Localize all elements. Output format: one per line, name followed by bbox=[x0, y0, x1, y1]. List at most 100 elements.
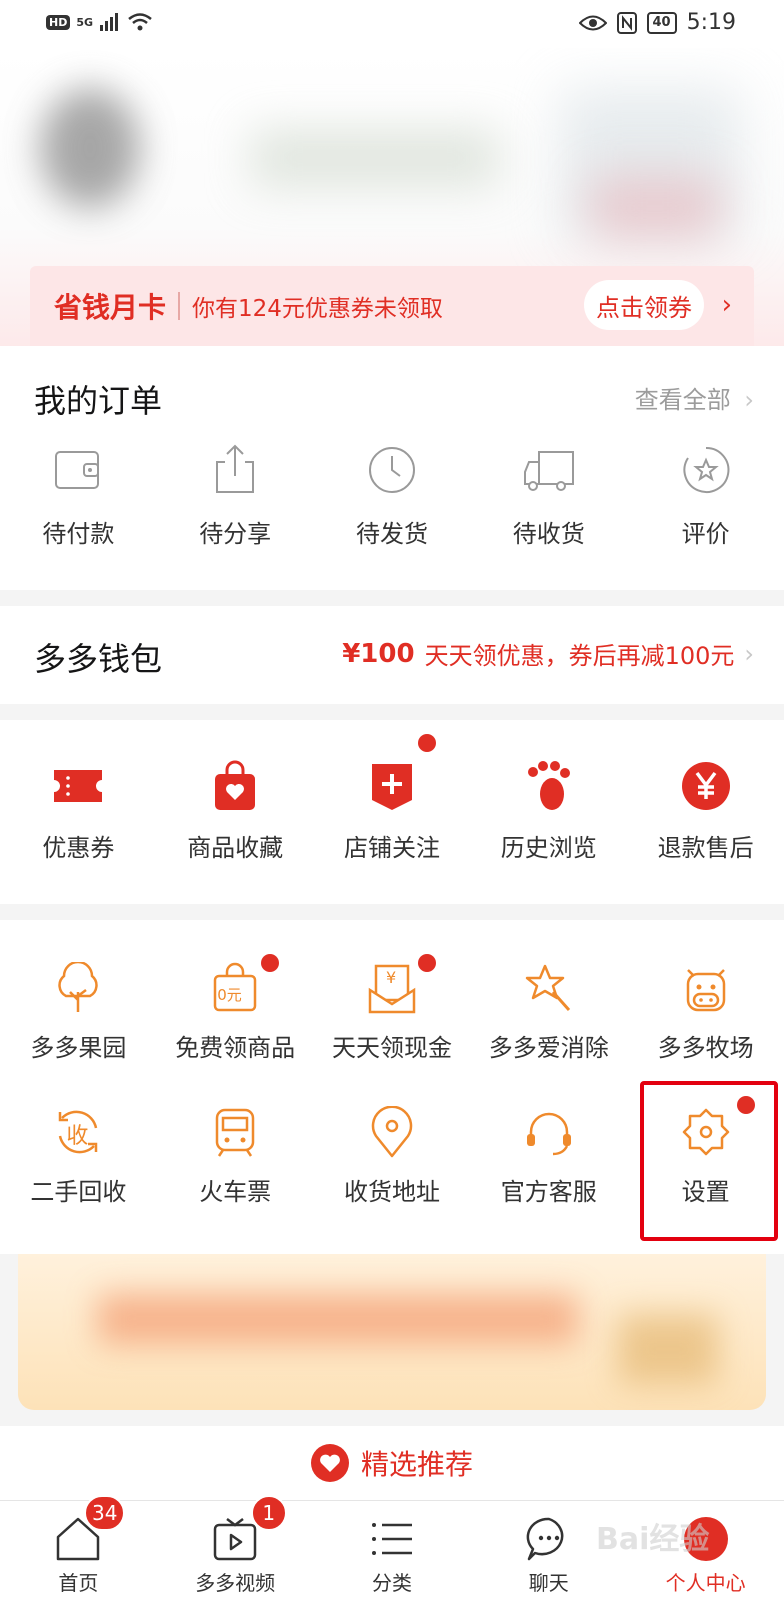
daily-cash-entry[interactable]: ¥ 天天领现金 bbox=[314, 954, 471, 1070]
avatar[interactable] bbox=[40, 88, 140, 208]
signal-icon bbox=[100, 13, 119, 31]
service-label: 历史浏览 bbox=[500, 834, 597, 862]
address-entry[interactable]: 收货地址 bbox=[314, 1104, 471, 1214]
cow-icon bbox=[678, 960, 734, 1016]
recycle-entry[interactable]: 收 二手回收 bbox=[0, 1104, 157, 1214]
monthly-card-title: 省钱月卡 bbox=[54, 291, 167, 324]
eye-icon bbox=[578, 15, 607, 30]
free-bag-icon: 0元 bbox=[207, 960, 263, 1016]
promo-banner[interactable] bbox=[0, 1254, 784, 1426]
tools-row-1: 多多果园 0元 免费领商品 ¥ 天天领现金 多多爱消除 多多牧场 bbox=[0, 954, 784, 1070]
services-grid: 优惠券 商品收藏 店铺关注 历史浏览 退款售后 bbox=[0, 734, 784, 878]
train-ticket-entry[interactable]: 火车票 bbox=[157, 1104, 314, 1214]
order-status-label: 待发货 bbox=[355, 520, 428, 548]
heart-icon bbox=[310, 1444, 349, 1482]
favorites-entry[interactable]: 商品收藏 bbox=[157, 758, 314, 878]
order-status-label: 评价 bbox=[681, 520, 730, 548]
tool-label: 天天领现金 bbox=[331, 1034, 452, 1062]
cash-symbol: ¥ bbox=[385, 968, 397, 987]
coupon-entry[interactable]: 优惠券 bbox=[0, 758, 157, 878]
shop-plus-icon bbox=[364, 758, 420, 814]
order-pending-receipt[interactable]: 待收货 bbox=[470, 442, 627, 562]
network-type: 5G bbox=[76, 15, 94, 29]
watermark: Bai经验 bbox=[596, 1522, 710, 1557]
orchard-entry[interactable]: 多多果园 bbox=[0, 960, 157, 1070]
refund-entry[interactable]: 退款售后 bbox=[627, 758, 784, 878]
clock-time: 5:19 bbox=[686, 10, 736, 35]
chevron-right-icon: › bbox=[744, 386, 754, 414]
monthly-card-text: 你有124元优惠券未领取 bbox=[192, 296, 443, 322]
order-pending-payment[interactable]: 待付款 bbox=[0, 442, 157, 562]
recommend-title: 精选推荐 bbox=[360, 1448, 473, 1481]
services-section: 优惠券 商品收藏 店铺关注 历史浏览 退款售后 bbox=[0, 720, 784, 904]
footprint-icon bbox=[521, 758, 577, 814]
profile-right-accent-blurred bbox=[590, 178, 720, 238]
home-badge: 34 bbox=[84, 1495, 126, 1531]
wallet-icon bbox=[50, 442, 106, 498]
status-bar: HD 5G 40 5:19 bbox=[0, 0, 784, 48]
star-icon bbox=[678, 442, 734, 498]
tab-home[interactable]: 34 首页 bbox=[0, 1495, 157, 1600]
banner-divider bbox=[178, 292, 181, 320]
recycle-icon: 收 bbox=[50, 1104, 106, 1160]
order-status-grid: 待付款 待分享 待发货 待收货 评价 bbox=[0, 442, 784, 562]
nfc-icon bbox=[616, 11, 637, 34]
location-icon bbox=[364, 1104, 420, 1160]
video-icon bbox=[213, 1518, 257, 1561]
ranch-entry[interactable]: 多多牧场 bbox=[627, 960, 784, 1070]
wallet-price: ¥100 bbox=[342, 638, 415, 669]
video-badge: 1 bbox=[250, 1495, 287, 1531]
wallet-section[interactable]: 多多钱包 ¥100 天天领优惠，券后再减100元 › bbox=[0, 606, 784, 704]
truck-icon bbox=[521, 442, 577, 498]
followed-shops-entry[interactable]: 店铺关注 bbox=[314, 734, 471, 878]
tool-label: 免费领商品 bbox=[175, 1034, 296, 1062]
clock-icon bbox=[364, 442, 420, 498]
hd-badge: HD bbox=[46, 14, 71, 30]
orders-section: 我的订单 查看全部 › 待付款 待分享 待发货 待收货 评价 bbox=[0, 346, 784, 590]
tool-label: 火车票 bbox=[199, 1178, 272, 1206]
coupon-icon bbox=[50, 758, 106, 814]
order-pending-share[interactable]: 待分享 bbox=[157, 442, 314, 562]
profile-info-blurred bbox=[250, 128, 500, 188]
monthly-card-banner[interactable]: 省钱月卡 你有124元优惠券未领取 点击领券 › bbox=[30, 266, 754, 346]
tool-label: 官方客服 bbox=[500, 1178, 597, 1206]
status-left: HD 5G bbox=[46, 12, 153, 32]
match-game-entry[interactable]: 多多爱消除 bbox=[470, 960, 627, 1070]
tab-category[interactable]: 分类 bbox=[314, 1501, 471, 1600]
recommend-header: 精选推荐 bbox=[0, 1426, 784, 1500]
service-label: 退款售后 bbox=[657, 834, 754, 862]
tool-label: 多多牧场 bbox=[657, 1034, 754, 1062]
customer-service-entry[interactable]: 官方客服 bbox=[470, 1104, 627, 1214]
notification-dot bbox=[417, 734, 436, 752]
promo-banner-card[interactable] bbox=[18, 1254, 766, 1410]
tree-icon bbox=[50, 960, 106, 1016]
battery-level: 40 bbox=[646, 11, 677, 34]
claim-coupon-button[interactable]: 点击领券 bbox=[584, 280, 704, 330]
chevron-right-icon: › bbox=[744, 639, 754, 668]
order-pending-shipment[interactable]: 待发货 bbox=[314, 442, 471, 562]
order-status-label: 待收货 bbox=[512, 520, 585, 548]
train-icon bbox=[207, 1104, 263, 1160]
yen-icon bbox=[678, 758, 734, 814]
tab-label: 多多视频 bbox=[195, 1571, 276, 1595]
tool-label: 多多果园 bbox=[30, 1034, 127, 1062]
headset-icon bbox=[521, 1104, 577, 1160]
cash-envelope-icon: ¥ bbox=[364, 960, 420, 1016]
view-all-orders-link[interactable]: 查看全部 › bbox=[635, 380, 754, 415]
bag-heart-icon bbox=[207, 758, 263, 814]
wallet-promo[interactable]: ¥100 天天领优惠，券后再减100元 › bbox=[342, 636, 754, 671]
tab-video[interactable]: 1 多多视频 bbox=[157, 1495, 314, 1600]
free-bag-text: 0元 bbox=[217, 986, 242, 1004]
orders-title: 我的订单 bbox=[34, 382, 163, 420]
free-goods-entry[interactable]: 0元 免费领商品 bbox=[157, 954, 314, 1070]
tool-label: 收货地址 bbox=[343, 1178, 440, 1206]
promo-blurred-image bbox=[618, 1314, 718, 1384]
recycle-text: 收 bbox=[66, 1124, 89, 1149]
view-all-label: 查看全部 bbox=[634, 386, 731, 414]
history-entry[interactable]: 历史浏览 bbox=[470, 758, 627, 878]
settings-highlight-box bbox=[640, 1081, 778, 1241]
notification-dot bbox=[260, 954, 279, 972]
list-icon bbox=[371, 1523, 412, 1555]
order-review[interactable]: 评价 bbox=[627, 442, 784, 562]
chat-icon bbox=[526, 1517, 564, 1561]
